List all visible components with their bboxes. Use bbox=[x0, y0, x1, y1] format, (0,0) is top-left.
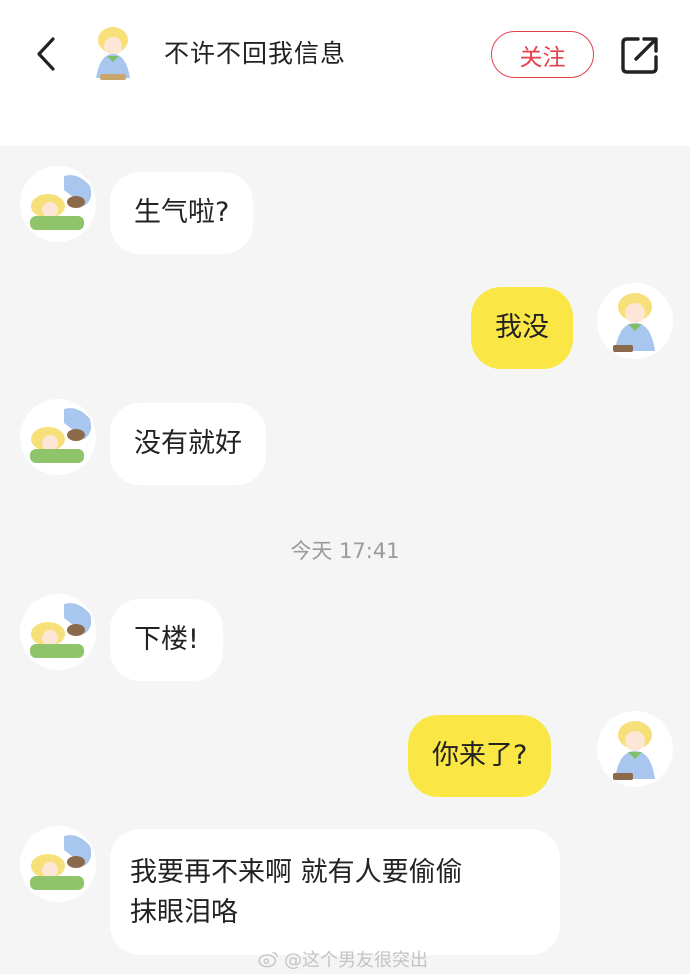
back-button[interactable] bbox=[26, 32, 66, 76]
watermark: @这个男友很突出 bbox=[258, 946, 428, 972]
contact-avatar[interactable] bbox=[20, 594, 96, 670]
share-button[interactable] bbox=[618, 33, 662, 77]
chevron-left-icon bbox=[37, 37, 55, 71]
message-timestamp: 今天 17:41 bbox=[290, 539, 400, 563]
message-bubble-incoming: 下楼! bbox=[110, 599, 223, 681]
message-bubble-outgoing: 你来了? bbox=[408, 715, 552, 797]
share-external-icon bbox=[621, 37, 658, 74]
contact-avatar[interactable] bbox=[80, 20, 146, 86]
user-avatar[interactable] bbox=[597, 283, 673, 359]
message-bubble-incoming: 我要再不来啊 就有人要偷偷 抹眼泪咯 bbox=[110, 829, 560, 955]
message-line: 抹眼泪咯 bbox=[130, 897, 238, 928]
weibo-icon bbox=[258, 951, 278, 968]
watermark-text: @这个男友很突出 bbox=[284, 950, 428, 971]
contact-avatar[interactable] bbox=[20, 399, 96, 475]
message-bubble-incoming: 没有就好 bbox=[110, 403, 266, 485]
contact-avatar[interactable] bbox=[20, 826, 96, 902]
contact-avatar[interactable] bbox=[20, 166, 96, 242]
chat-header: 不许不回我信息 关注 bbox=[0, 0, 690, 146]
follow-button[interactable]: 关注 bbox=[491, 31, 594, 78]
chat-title: 不许不回我信息 bbox=[164, 39, 347, 68]
message-bubble-outgoing: 我没 bbox=[471, 287, 573, 369]
message-line: 我要再不来啊 就有人要偷偷 bbox=[130, 857, 463, 888]
user-avatar[interactable] bbox=[597, 711, 673, 787]
message-bubble-incoming: 生气啦? bbox=[110, 172, 254, 254]
